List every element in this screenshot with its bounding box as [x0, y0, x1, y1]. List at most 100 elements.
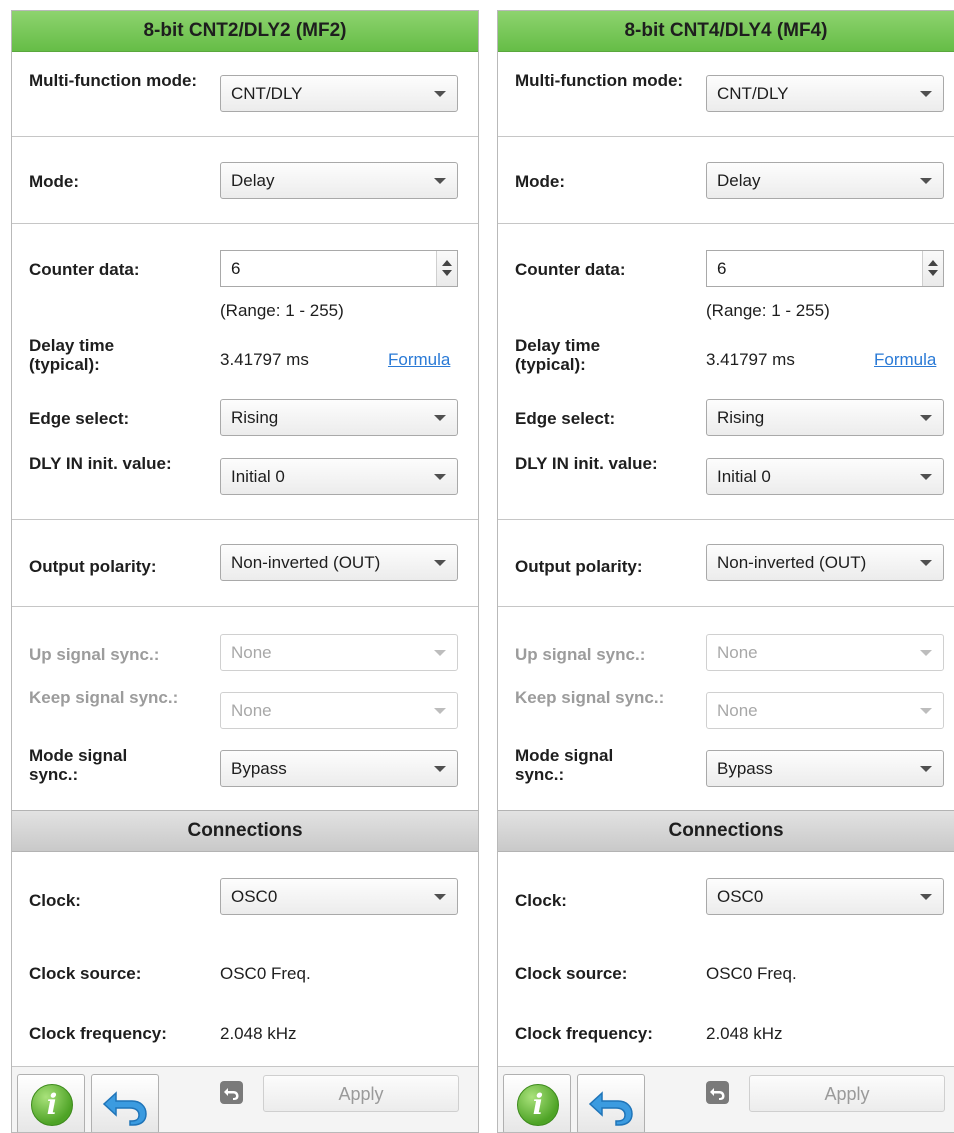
delay-time-value: 3.41797 ms [220, 350, 309, 369]
panel-footer: i Apply [498, 1066, 954, 1132]
chevron-down-icon[interactable] [442, 270, 452, 276]
delay-time-label: Delay time (typical): [515, 336, 601, 374]
clock-dropdown[interactable]: OSC0 [220, 878, 458, 915]
chevron-down-icon [434, 894, 446, 900]
undo-icon [588, 1091, 633, 1126]
chevron-down-icon [920, 178, 932, 184]
up-signal-sync-dropdown: None [706, 634, 944, 671]
chevron-down-icon [434, 178, 446, 184]
clock-dropdown[interactable]: OSC0 [706, 878, 944, 915]
counter-data-value: 6 [231, 259, 241, 278]
clock-source-value: OSC0 Freq. [220, 964, 311, 983]
mode-signal-sync-label: Mode signal sync.: [515, 746, 614, 784]
mode-signal-sync-label: Mode signal sync.: [29, 746, 128, 784]
keep-signal-sync-label: Keep signal sync.: [29, 688, 179, 707]
chevron-down-icon [920, 708, 932, 714]
output-polarity-dropdown[interactable]: Non-inverted (OUT) [220, 544, 458, 581]
stepper-buttons[interactable] [436, 251, 457, 286]
chevron-down-icon [920, 894, 932, 900]
connections-section: Clock: OSC0 Clock source: OSC0 Freq. Clo… [12, 852, 478, 1062]
up-signal-sync-value: None [717, 643, 758, 662]
chevron-down-icon [434, 91, 446, 97]
output-polarity-label: Output polarity: [29, 557, 157, 576]
chevron-down-icon [434, 650, 446, 656]
clock-value: OSC0 [231, 887, 278, 906]
output-polarity-dropdown[interactable]: Non-inverted (OUT) [706, 544, 944, 581]
small-undo-icon [706, 1081, 729, 1104]
undo-icon [102, 1091, 147, 1126]
edge-select-dropdown[interactable]: Rising [706, 399, 944, 436]
counter-range-text: (Range: 1 - 255) [706, 301, 830, 320]
undo-button[interactable] [91, 1074, 159, 1132]
counter-data-stepper[interactable]: 6 [220, 250, 458, 287]
dly-in-init-dropdown[interactable]: Initial 0 [220, 458, 458, 495]
counter-data-label: Counter data: [29, 260, 140, 279]
multi-function-section: Multi-function mode: CNT/DLY [498, 52, 954, 137]
panel-footer: i Apply [12, 1066, 478, 1132]
mode-signal-sync-dropdown[interactable]: Bypass [220, 750, 458, 787]
formula-link[interactable]: Formula [874, 350, 936, 370]
edge-select-value: Rising [231, 408, 279, 427]
counter-data-value: 6 [717, 259, 727, 278]
info-icon: i [517, 1084, 559, 1126]
mode-dropdown[interactable]: Delay [706, 162, 944, 199]
apply-button[interactable]: Apply [749, 1075, 945, 1112]
info-button[interactable]: i [17, 1074, 85, 1132]
edge-select-label: Edge select: [515, 409, 616, 428]
mode-label: Mode: [515, 172, 566, 191]
chevron-up-icon[interactable] [442, 260, 452, 266]
delay-time-label: Delay time (typical): [29, 336, 115, 374]
counter-range-text: (Range: 1 - 255) [220, 301, 344, 320]
small-undo-icon [220, 1081, 243, 1104]
dly-in-init-value: Initial 0 [231, 467, 285, 486]
chevron-down-icon [920, 560, 932, 566]
formula-link[interactable]: Formula [388, 350, 450, 370]
up-signal-sync-value: None [231, 643, 272, 662]
mode-value: Delay [717, 171, 761, 190]
multi-function-mode-dropdown[interactable]: CNT/DLY [220, 75, 458, 112]
mode-dropdown[interactable]: Delay [220, 162, 458, 199]
counter-section: Counter data: 6 (Range: 1 - 255) Delay t… [12, 224, 478, 520]
signal-sync-section: Up signal sync.: None Keep signal sync.:… [12, 607, 478, 810]
chevron-up-icon[interactable] [928, 260, 938, 266]
multi-function-section: Multi-function mode: CNT/DLY [12, 52, 478, 137]
stepper-buttons[interactable] [922, 251, 943, 286]
clock-frequency-value: 2.048 kHz [220, 1024, 297, 1043]
edge-select-value: Rising [717, 408, 765, 427]
multi-function-mode-value: CNT/DLY [231, 84, 303, 103]
apply-button[interactable]: Apply [263, 1075, 459, 1112]
chevron-down-icon [434, 474, 446, 480]
connections-header: Connections [12, 810, 478, 852]
mode-section: Mode: Delay [12, 137, 478, 224]
chevron-down-icon [920, 91, 932, 97]
clock-source-value: OSC0 Freq. [706, 964, 797, 983]
counter-data-label: Counter data: [515, 260, 626, 279]
keep-signal-sync-value: None [717, 701, 758, 720]
output-polarity-value: Non-inverted (OUT) [717, 553, 867, 572]
edge-select-dropdown[interactable]: Rising [220, 399, 458, 436]
counter-data-stepper[interactable]: 6 [706, 250, 944, 287]
mode-signal-sync-value: Bypass [231, 759, 287, 778]
chevron-down-icon [920, 766, 932, 772]
keep-signal-sync-label: Keep signal sync.: [515, 688, 665, 707]
undo-button[interactable] [577, 1074, 645, 1132]
chevron-down-icon [920, 474, 932, 480]
clock-source-label: Clock source: [29, 964, 142, 983]
multi-function-mode-label: Multi-function mode: [29, 71, 198, 90]
mode-signal-sync-dropdown[interactable]: Bypass [706, 750, 944, 787]
clock-label: Clock: [515, 891, 567, 910]
panel-title: 8-bit CNT2/DLY2 (MF2) [12, 11, 478, 52]
info-button[interactable]: i [503, 1074, 571, 1132]
mode-signal-sync-value: Bypass [717, 759, 773, 778]
dly-in-init-dropdown[interactable]: Initial 0 [706, 458, 944, 495]
edge-select-label: Edge select: [29, 409, 130, 428]
output-polarity-label: Output polarity: [515, 557, 643, 576]
keep-signal-sync-value: None [231, 701, 272, 720]
chevron-down-icon[interactable] [928, 270, 938, 276]
clock-frequency-label: Clock frequency: [515, 1024, 653, 1043]
multi-function-mode-dropdown[interactable]: CNT/DLY [706, 75, 944, 112]
clock-frequency-value: 2.048 kHz [706, 1024, 783, 1043]
info-icon: i [31, 1084, 73, 1126]
mode-section: Mode: Delay [498, 137, 954, 224]
output-polarity-value: Non-inverted (OUT) [231, 553, 381, 572]
